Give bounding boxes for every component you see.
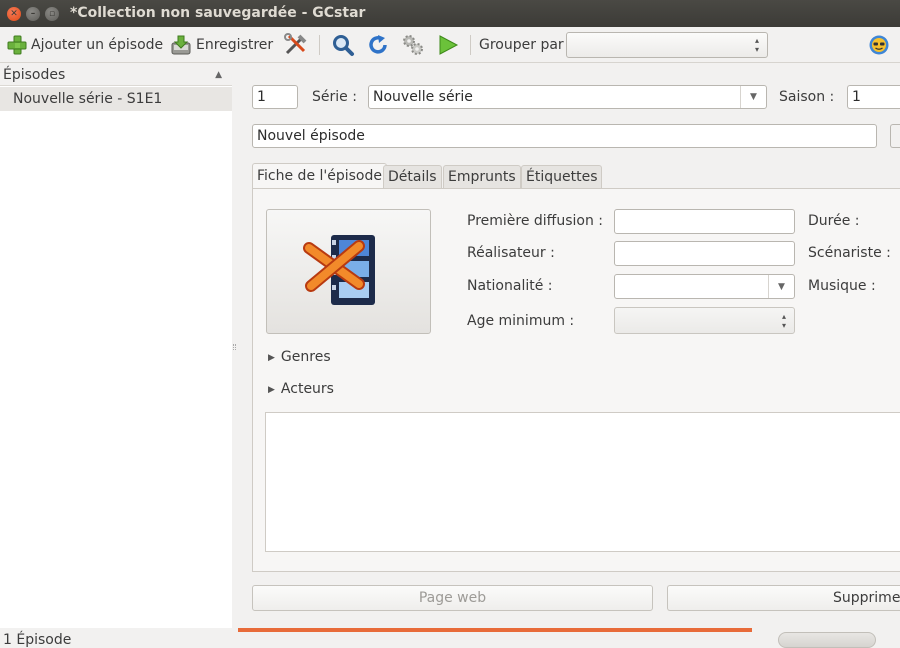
age-label: Age minimum : — [467, 313, 575, 329]
sort-up-icon: ▲ — [215, 70, 222, 80]
premiere-field[interactable] — [614, 209, 795, 234]
progress-bar — [238, 628, 752, 632]
serie-label: Série : — [312, 89, 357, 105]
user-avatar-button[interactable] — [868, 32, 890, 58]
minimize-window-button[interactable]: – — [26, 7, 40, 21]
tab-details[interactable]: Détails — [383, 165, 442, 189]
toolbar-separator — [319, 35, 320, 55]
add-episode-label: Ajouter un épisode — [31, 37, 164, 53]
saison-label: Saison : — [779, 89, 835, 105]
plugins-button[interactable] — [400, 32, 426, 58]
tab-label: Emprunts — [448, 169, 516, 185]
save-icon — [171, 35, 191, 55]
refresh-icon — [369, 35, 387, 54]
save-button[interactable]: Enregistrer — [170, 32, 273, 58]
tab-episode-sheet[interactable]: Fiche de l'épisode — [252, 163, 387, 190]
add-plus-icon — [7, 35, 27, 55]
serie-combobox[interactable]: Nouvelle série ▼ — [368, 85, 767, 109]
spin-arrows-icon: ▴ ▾ — [754, 36, 759, 54]
expander-arrow-icon: ▶ — [268, 353, 275, 363]
musique-label: Musique : — [808, 278, 876, 294]
episode-number-field[interactable]: 1 — [252, 85, 298, 109]
tools-icon — [284, 33, 307, 55]
list-column-header[interactable]: Épisodes ▲ — [0, 64, 232, 86]
acteurs-expander[interactable]: ▶ Acteurs — [268, 381, 334, 397]
list-header-label: Épisodes — [3, 67, 66, 83]
genres-expander[interactable]: ▶ Genres — [268, 349, 331, 365]
episode-image-button[interactable] — [266, 209, 431, 334]
age-select[interactable]: ▴ ▾ — [614, 307, 795, 334]
no-image-film-icon — [303, 235, 375, 305]
delete-button[interactable]: Supprimer — [667, 585, 900, 611]
acteurs-label: Acteurs — [280, 381, 334, 397]
search-button[interactable] — [331, 32, 355, 58]
tab-label: Étiquettes — [526, 169, 598, 185]
play-button[interactable] — [436, 32, 460, 58]
expander-arrow-icon: ▶ — [268, 385, 275, 395]
chevron-down-icon[interactable]: ▼ — [768, 275, 794, 298]
saison-value: 1 — [852, 89, 861, 105]
maximize-window-button[interactable]: ▫ — [45, 7, 59, 21]
tab-loans[interactable]: Emprunts — [443, 165, 521, 189]
add-episode-button[interactable]: Ajouter un épisode — [6, 32, 163, 58]
episode-list-pane: Épisodes ▲ Nouvelle série - S1E1 — [0, 64, 232, 628]
scenariste-label: Scénariste : — [808, 245, 891, 261]
group-by-label: Grouper par — [479, 37, 564, 53]
list-item[interactable]: Nouvelle série - S1E1 — [0, 87, 232, 111]
group-by-select[interactable]: ▴ ▾ — [566, 32, 768, 58]
tab-tags[interactable]: Étiquettes — [521, 165, 603, 189]
play-icon — [439, 35, 459, 55]
episode-title-value: Nouvel épisode — [257, 128, 365, 144]
comments-textarea[interactable] — [265, 412, 900, 552]
status-count: 1 Épisode — [3, 632, 72, 648]
episode-title-field[interactable]: Nouvel épisode — [252, 124, 877, 148]
gears-icon — [403, 35, 423, 55]
nationalite-label: Nationalité : — [467, 278, 553, 294]
close-window-button[interactable]: ✕ — [7, 7, 21, 21]
toolbar: Ajouter un épisode Enregistrer Grouper p… — [0, 27, 900, 63]
list-item-label: Nouvelle série - S1E1 — [13, 91, 163, 107]
saison-field[interactable]: 1 — [847, 85, 900, 109]
save-label: Enregistrer — [196, 37, 274, 53]
chevron-down-icon[interactable]: ▼ — [740, 86, 766, 108]
smiley-icon — [869, 35, 889, 55]
nationalite-combobox[interactable]: ▼ — [614, 274, 795, 299]
duree-label: Durée : — [808, 213, 860, 229]
settings-tools-button[interactable] — [283, 32, 309, 58]
title-options-button[interactable] — [890, 124, 900, 148]
refresh-button[interactable] — [366, 32, 390, 58]
serie-value: Nouvelle série — [373, 89, 473, 105]
splitter-grip — [233, 344, 236, 350]
realisateur-label: Réalisateur : — [467, 245, 555, 261]
delete-label: Supprimer — [833, 590, 900, 606]
search-icon — [333, 35, 354, 56]
genres-label: Genres — [280, 349, 331, 365]
episode-number-value: 1 — [257, 89, 266, 105]
title-bar: ✕ – ▫ *Collection non sauvegardée - GCst… — [0, 0, 900, 27]
web-page-button[interactable]: Page web — [252, 585, 653, 611]
toolbar-separator — [470, 35, 471, 55]
premiere-label: Première diffusion : — [467, 213, 603, 229]
status-progress-indicator — [778, 632, 876, 648]
tab-label: Détails — [388, 169, 437, 185]
spin-arrows-icon: ▴ ▾ — [781, 312, 786, 330]
realisateur-field[interactable] — [614, 241, 795, 266]
pane-splitter[interactable] — [232, 64, 238, 628]
web-page-label: Page web — [418, 590, 487, 606]
tab-label: Fiche de l'épisode — [257, 168, 382, 184]
window-title: *Collection non sauvegardée - GCstar — [70, 5, 366, 21]
